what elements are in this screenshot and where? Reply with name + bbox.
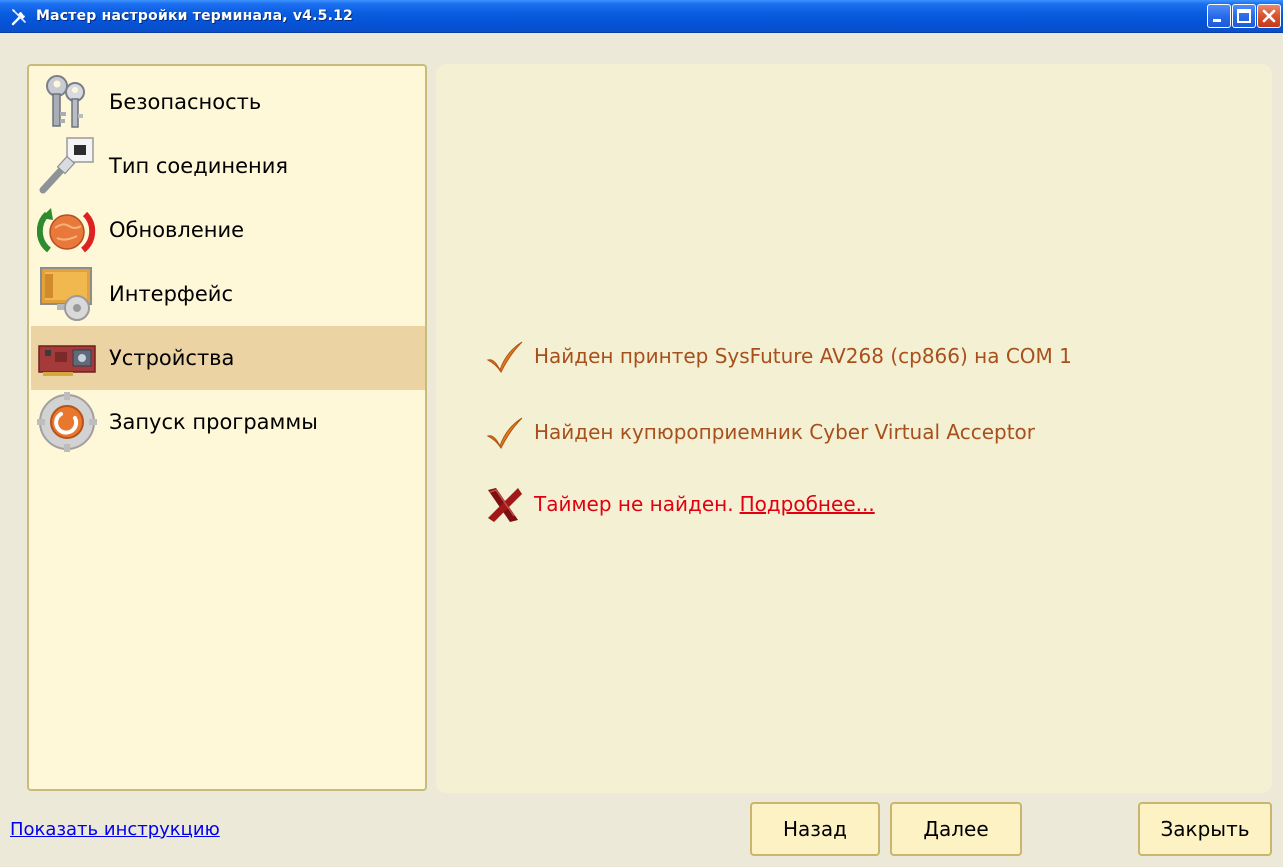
sidebar-item-interface[interactable]: Интерфейс <box>31 262 425 326</box>
interface-gear-icon <box>40 267 92 321</box>
checkmark-icon <box>486 341 523 374</box>
cross-icon <box>488 488 522 522</box>
show-instructions-link[interactable]: Показать инструкцию <box>10 819 220 840</box>
keys-icon <box>46 75 85 128</box>
sidebar-item-security[interactable]: Безопасность <box>31 70 425 134</box>
devices-status-panel: Найден принтер SysFuture AV268 (cp866) н… <box>436 64 1272 793</box>
close-icon <box>1262 9 1276 23</box>
window-title: Мастер настройки терминала, v4.5.12 <box>36 8 353 24</box>
status-text: Найден купюроприемник Cyber Virtual Acce… <box>534 420 1036 444</box>
sidebar-item-label: Устройства <box>109 346 235 370</box>
wrench-screwdriver-icon <box>11 9 26 26</box>
program-launch-icon <box>37 392 97 452</box>
back-button[interactable]: Назад <box>750 802 880 856</box>
maximize-button[interactable] <box>1232 4 1256 28</box>
sidebar-item-label: Безопасность <box>109 90 262 114</box>
status-text: Найден принтер SysFuture AV268 (cp866) н… <box>534 344 1072 368</box>
close-window-button[interactable] <box>1257 4 1281 28</box>
checkmark-icon <box>486 417 523 450</box>
status-text: Таймер не найден. Подробнее... <box>534 492 875 516</box>
sidebar-item-update[interactable]: Обновление <box>31 198 425 262</box>
network-cable-icon <box>39 137 94 194</box>
close-button[interactable]: Закрыть <box>1138 802 1272 856</box>
sidebar-item-label: Запуск программы <box>109 410 318 434</box>
sidebar-item-label: Интерфейс <box>109 282 233 306</box>
wizard-window: Мастер настройки терминала, v4.5.12 Безо… <box>0 0 1283 867</box>
minimize-icon <box>1213 19 1221 22</box>
sidebar-item-label: Тип соединения <box>109 154 289 178</box>
next-button[interactable]: Далее <box>890 802 1022 856</box>
sidebar-item-label: Обновление <box>109 218 245 242</box>
error-text: Таймер не найден. <box>534 492 734 516</box>
title-bar[interactable]: Мастер настройки терминала, v4.5.12 <box>0 0 1283 33</box>
details-link[interactable]: Подробнее... <box>740 492 875 516</box>
sidebar-item-launch-program[interactable]: Запуск программы <box>31 390 425 454</box>
device-card-icon <box>38 345 96 376</box>
maximize-icon <box>1237 9 1251 23</box>
sidebar-item-connection-type[interactable]: Тип соединения <box>31 134 425 198</box>
sidebar-item-devices[interactable]: Устройства <box>31 326 425 390</box>
sidebar-nav: Безопасность Тип соединения Обновление И… <box>27 64 427 791</box>
minimize-button[interactable] <box>1207 4 1231 28</box>
update-globe-icon <box>37 208 96 253</box>
